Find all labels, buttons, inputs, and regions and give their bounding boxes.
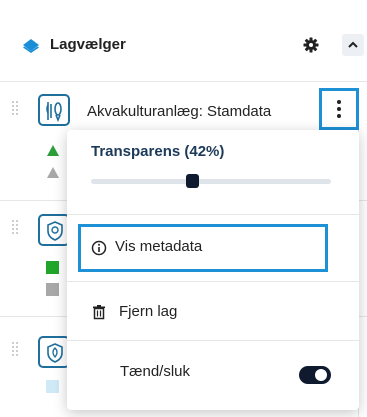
drag-handle-icon[interactable] <box>12 220 20 234</box>
visibility-toggle[interactable] <box>299 366 331 384</box>
legend-symbol <box>47 167 59 178</box>
legend-symbol <box>46 283 59 296</box>
panel-title: Lagvælger <box>50 36 126 53</box>
panel-header: Lagvælger <box>0 0 367 82</box>
more-options-button[interactable] <box>319 88 359 130</box>
trash-icon[interactable] <box>91 304 107 320</box>
show-metadata-label: Vis metadata <box>115 238 203 255</box>
legend-symbol <box>46 380 59 393</box>
transparency-label: Transparens (42%) <box>91 143 225 160</box>
remove-layer-label[interactable]: Fjern lag <box>119 302 177 322</box>
drag-handle-icon[interactable] <box>12 101 20 115</box>
legend-symbol <box>47 145 59 156</box>
collapse-button[interactable] <box>342 34 364 56</box>
fish-icon <box>38 94 70 126</box>
info-icon <box>91 240 107 256</box>
toggle-knob <box>315 369 327 381</box>
layer-options-menu: Transparens (42%) Vis metadata Fjern lag… <box>67 130 359 410</box>
menu-divider <box>67 281 359 282</box>
legend-symbol <box>46 261 59 274</box>
leaf-shield-icon <box>38 336 70 368</box>
menu-divider <box>67 214 359 215</box>
transparency-slider-thumb[interactable] <box>185 174 199 188</box>
gear-icon[interactable] <box>302 36 320 54</box>
shield-pin-icon <box>38 214 70 246</box>
transparency-slider[interactable] <box>91 179 331 184</box>
toggle-label: Tænd/sluk <box>120 363 191 380</box>
layer-panel: Lagvælger Akvakulturanlæg: Stamdata Tran… <box>0 0 367 417</box>
show-metadata-item[interactable]: Vis metadata <box>78 224 328 272</box>
layer-name: Akvakulturanlæg: Stamdata <box>87 103 272 120</box>
chevron-up-icon <box>348 41 358 48</box>
drag-handle-icon[interactable] <box>12 342 20 356</box>
menu-divider <box>67 340 359 341</box>
layers-icon <box>22 38 40 54</box>
